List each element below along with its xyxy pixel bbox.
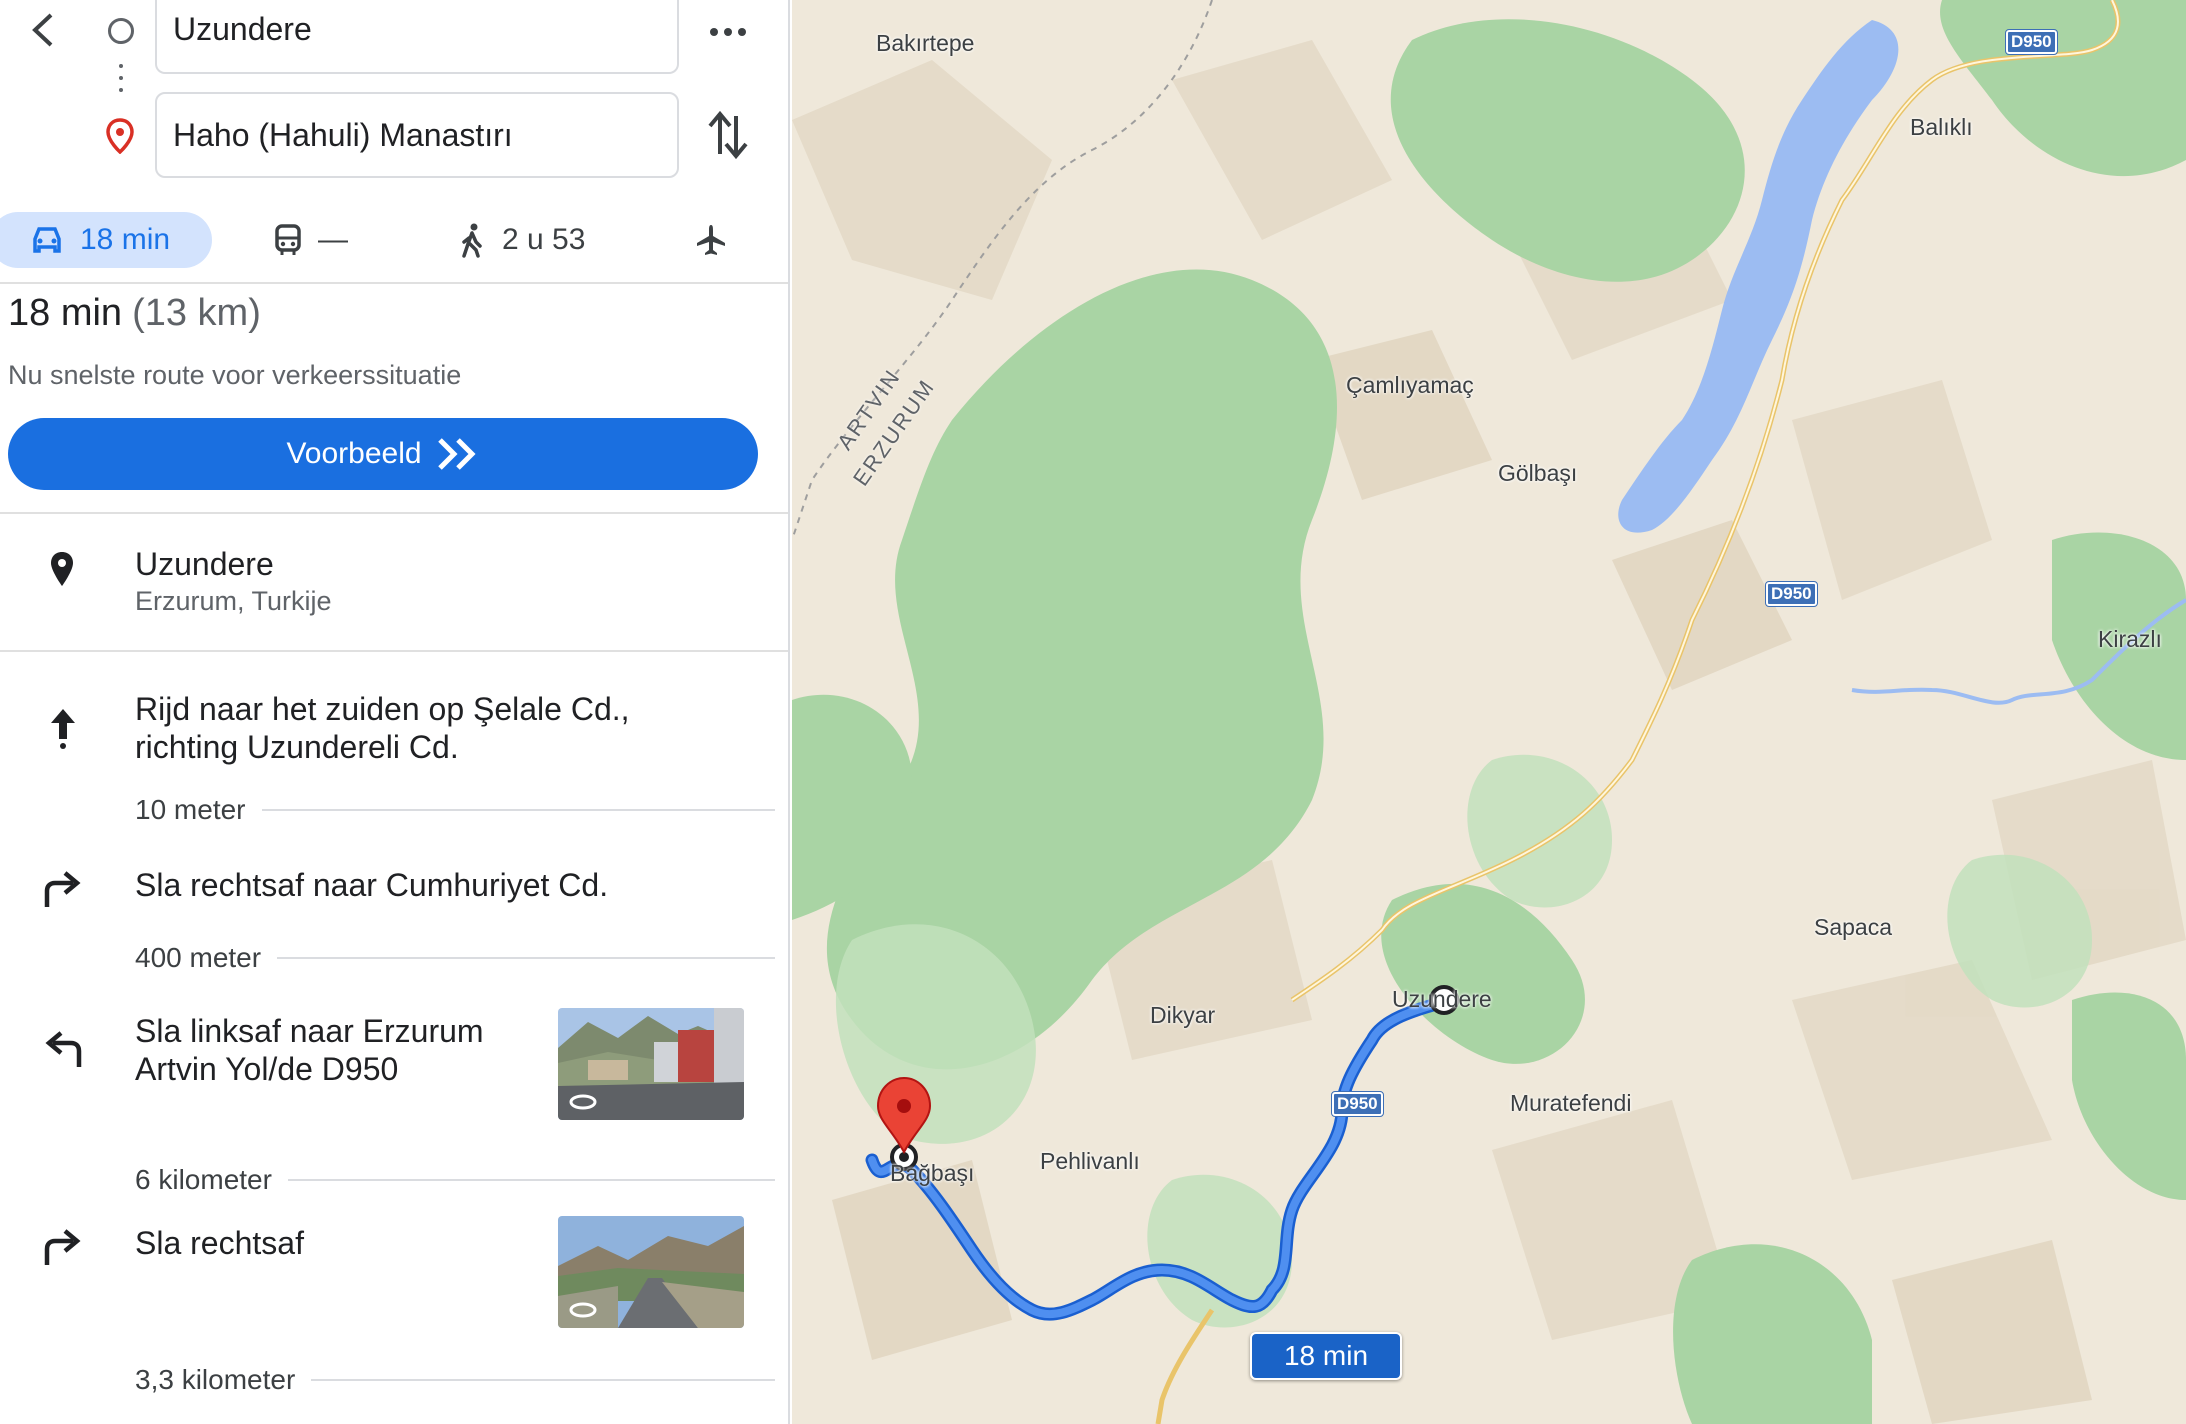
place-label[interactable]: Balıklı	[1910, 114, 1973, 141]
place-label[interactable]: Bağbaşı	[890, 1160, 974, 1187]
road-shield: D950	[1765, 581, 1818, 607]
place-label[interactable]: Bakırtepe	[876, 30, 974, 57]
driving-time: 18 min	[80, 223, 171, 256]
place-label[interactable]: Çamlıyamaç	[1346, 372, 1474, 399]
car-icon	[33, 227, 61, 253]
destination-input[interactable]: Haho (Hahuli) Manastırı	[155, 92, 679, 178]
swap-button[interactable]	[702, 106, 754, 164]
map-canvas[interactable]: Bakırtepe Balıklı Çamlıyamaç Gölbaşı Kir…	[792, 0, 2186, 1424]
rotate-360-icon	[569, 1094, 597, 1110]
airplane-icon	[697, 225, 725, 255]
swap-arrows-icon	[708, 110, 748, 160]
tab-driving[interactable]: 18 min	[0, 212, 212, 268]
direction-step[interactable]: Sla linksaf naar Erzurum Artvin Yol/de D…	[0, 1004, 788, 1204]
route-distance: (13 km)	[132, 292, 261, 334]
route-summary: 18 min (13 km)	[8, 292, 261, 335]
divider	[0, 282, 788, 284]
bus-icon	[275, 224, 301, 255]
route-subtitle: Nu snelste route voor verkeerssituatie	[8, 360, 462, 390]
place-label[interactable]: Muratefendi	[1510, 1090, 1631, 1117]
transit-time: —	[318, 223, 348, 256]
step-instruction-line1: Sla linksaf naar Erzurum	[135, 1013, 484, 1049]
map-terrain	[792, 0, 2186, 1424]
direction-step[interactable]: Sla rechtsaf naar Cumhuriyet Cd. 400 met…	[0, 858, 788, 998]
step-instruction-line1: Sla rechtsaf naar Cumhuriyet Cd.	[135, 867, 609, 903]
arrow-back-icon	[32, 13, 53, 47]
tab-transit[interactable]: —	[274, 212, 348, 268]
travel-mode-tabs: 18 min — 2 u 53	[0, 208, 788, 278]
step-distance: 3,3 kilometer	[135, 1364, 775, 1396]
place-label[interactable]: Dikyar	[1150, 1002, 1215, 1029]
start-name: Uzundere	[135, 546, 274, 582]
route-time: 18 min	[8, 292, 123, 334]
walking-time: 2 u 53	[502, 223, 586, 256]
start-region: Erzurum, Turkije	[135, 586, 332, 616]
step-instruction-line2: richting Uzundereli Cd.	[135, 729, 459, 765]
step-instruction-line2: Artvin Yol/de D950	[135, 1051, 399, 1087]
step-distance: 10 meter	[135, 794, 775, 826]
straight-arrow-icon	[38, 704, 88, 754]
turn-right-icon	[38, 864, 88, 914]
back-button[interactable]	[16, 2, 72, 58]
divider	[0, 650, 788, 652]
divider	[0, 512, 788, 514]
turn-right-icon	[38, 1222, 88, 1272]
direction-step[interactable]: Rijd naar het zuiden op Şelale Cd., rich…	[0, 680, 788, 840]
road-shield: D950	[2005, 29, 2058, 55]
walking-icon	[462, 223, 482, 258]
rotate-360-icon	[569, 1302, 597, 1318]
tab-walking[interactable]: 2 u 53	[458, 212, 585, 268]
step-distance: 400 meter	[135, 942, 775, 974]
place-label[interactable]: Uzundere	[1392, 986, 1492, 1013]
step-instruction-line1: Rijd naar het zuiden op Şelale Cd.,	[135, 691, 630, 727]
place-label[interactable]: Pehlivanlı	[1040, 1148, 1140, 1175]
place-label[interactable]: Kirazlı	[2098, 626, 2162, 653]
route-dots-icon	[119, 64, 123, 92]
destination-marker-icon[interactable]	[876, 1076, 932, 1171]
start-location[interactable]: Uzundere Erzurum, Turkije	[0, 516, 788, 652]
double-chevron-right-icon	[437, 438, 476, 470]
place-label[interactable]: Sapaca	[1814, 914, 1892, 941]
more-options-button[interactable]	[700, 12, 756, 52]
street-view-thumbnail[interactable]	[558, 1216, 744, 1328]
street-view-thumbnail[interactable]	[558, 1008, 744, 1120]
origin-input[interactable]: Uzundere	[155, 0, 679, 74]
location-pin-icon	[48, 550, 76, 593]
route-time-badge[interactable]: 18 min	[1250, 1332, 1402, 1380]
place-label[interactable]: Gölbaşı	[1498, 460, 1577, 487]
tab-flights[interactable]	[694, 212, 728, 268]
preview-label: Voorbeeld	[286, 437, 422, 470]
road-shield: D950	[1331, 1091, 1384, 1117]
preview-button[interactable]: Voorbeeld	[8, 418, 758, 490]
turn-left-icon	[38, 1024, 88, 1074]
origin-circle-icon	[108, 18, 134, 44]
step-instruction-line1: Sla rechtsaf	[135, 1225, 304, 1261]
destination-pin-icon	[105, 118, 135, 159]
step-distance: 6 kilometer	[135, 1164, 775, 1196]
directions-panel: Uzundere Haho (Hahuli) Manastırı 18 min	[0, 0, 790, 1424]
direction-step[interactable]: Sla rechtsaf 3,3 kilometer	[0, 1216, 788, 1416]
